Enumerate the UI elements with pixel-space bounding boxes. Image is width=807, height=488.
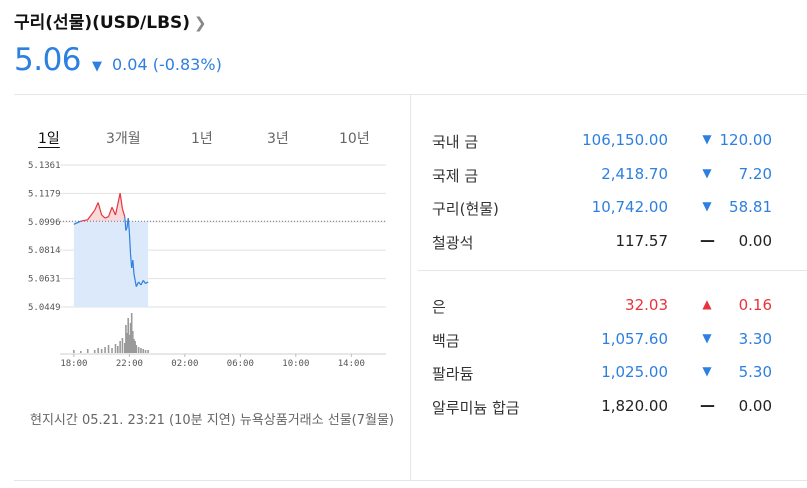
x-tick-label: 22:00: [116, 359, 143, 369]
triangle-up-icon: ▲: [702, 297, 712, 311]
commodity-row[interactable]: 구리(현물) 10,742.00 ▼ 58.81: [432, 193, 784, 227]
gain-area: [73, 193, 149, 222]
x-tick-label: 02:00: [171, 359, 198, 369]
y-tick-label: 5.0996: [28, 218, 61, 228]
commodity-change: 0.16: [738, 296, 772, 314]
x-tick-label: 06:00: [227, 359, 254, 369]
tab-1-day[interactable]: 1일: [38, 128, 60, 148]
volume-bar: [119, 341, 121, 353]
volume-bar: [100, 349, 103, 353]
title-text: 구리(선물)(USD/LBS): [14, 13, 191, 33]
dash-icon: —: [700, 230, 715, 249]
commodity-name: 알루미늄 합금: [432, 398, 520, 417]
volume-bar: [93, 350, 96, 353]
commodity-change: 3.30: [738, 329, 772, 348]
chevron-right-icon: ❯: [194, 14, 207, 32]
commodity-price: 1,820.00: [601, 396, 668, 415]
volume-bar: [86, 349, 89, 353]
y-tick-label: 5.0631: [28, 275, 61, 285]
divider-vertical: [410, 95, 411, 480]
commodity-row[interactable]: 은 32.03 ▲ 0.16: [432, 291, 784, 325]
dash-icon: —: [700, 395, 715, 414]
volume-bar: [140, 348, 142, 353]
commodity-name: 팔라듐: [432, 365, 474, 383]
commodity-row[interactable]: 국내 금 106,150.00 ▼ 120.00: [432, 126, 784, 160]
volume-bar: [147, 350, 149, 353]
commodity-price: 106,150.00: [582, 131, 668, 149]
triangle-down-icon: ▼: [702, 132, 712, 146]
commodity-change: 7.20: [738, 164, 772, 183]
commodity-change: 120.00: [719, 131, 773, 149]
commodity-name: 백금: [432, 331, 460, 350]
triangle-down-icon: ▼: [92, 59, 102, 74]
volume-bar: [114, 344, 117, 353]
volume-bar: [80, 351, 82, 353]
tab-1-year[interactable]: 1년: [191, 128, 213, 148]
volume-bar: [137, 347, 140, 353]
commodity-change: 0.00: [738, 231, 772, 250]
y-tick-label: 5.1361: [28, 161, 61, 171]
commodity-row[interactable]: 국제 금 2,418.70 ▼ 7.20: [432, 160, 784, 194]
commodity-name: 철광석: [432, 233, 474, 252]
decline-area: [73, 221, 149, 307]
commodity-name: 구리(현물): [432, 200, 499, 218]
change-percent: (-0.83%): [152, 55, 222, 74]
commodity-price: 10,742.00: [591, 198, 668, 216]
tab-10-years[interactable]: 10년: [339, 128, 370, 148]
tab-3-years[interactable]: 3년: [267, 128, 289, 148]
volume-bar: [121, 338, 124, 353]
volume-bar: [117, 346, 119, 353]
y-tick-label: 5.0814: [28, 246, 61, 256]
commodity-change: 58.81: [729, 198, 772, 216]
commodity-change: 5.30: [738, 363, 772, 381]
triangle-down-icon: ▼: [702, 330, 712, 345]
volume-bar: [104, 347, 106, 353]
header-title[interactable]: 구리(선물)(USD/LBS) ❯: [14, 8, 207, 33]
data-source-note: 현지시간 05.21. 23:21 (10분 지연) 뉴욕상품거래소 선물(7월…: [30, 413, 394, 428]
commodity-row[interactable]: 백금 1,057.60 ▼ 3.30: [432, 325, 784, 359]
x-tick-label: 14:00: [338, 359, 365, 369]
triangle-down-icon: ▼: [702, 364, 712, 378]
volume-bar: [73, 350, 75, 353]
commodity-name: 국제 금: [432, 166, 479, 185]
period-tabs: 1일 3개월 1년 3년 10년: [22, 128, 382, 150]
volume-bar: [135, 345, 138, 353]
commodity-price: 1,025.00: [601, 363, 668, 381]
commodity-row[interactable]: 철광석 117.57 — 0.00: [432, 227, 784, 261]
divider-bottom: [14, 480, 807, 481]
volume-bar: [142, 349, 145, 353]
volume-bar: [144, 350, 147, 353]
price-change: ▼ 0.04 (-0.83%): [92, 55, 222, 74]
triangle-down-icon: ▼: [702, 165, 712, 180]
x-tick-label: 10:00: [282, 359, 309, 369]
volume-bar: [111, 348, 113, 353]
commodity-price: 117.57: [615, 231, 669, 250]
commodity-price: 1,057.60: [601, 329, 668, 348]
commodity-row[interactable]: 팔라듐 1,025.00 ▼ 5.30: [432, 358, 784, 392]
commodity-list-metals: 국내 금 106,150.00 ▼ 120.00 국제 금 2,418.70 ▼ 7.20 구리…: [432, 126, 784, 260]
change-value: 0.04: [112, 55, 148, 74]
commodity-change: 0.00: [738, 396, 772, 415]
commodity-name: 은: [432, 298, 446, 316]
x-tick-label: 18:00: [60, 359, 87, 369]
commodity-name: 국내 금: [432, 133, 479, 151]
current-price: 5.06: [14, 42, 82, 78]
commodity-price: 32.03: [625, 296, 668, 314]
y-tick-label: 5.0449: [28, 303, 61, 313]
volume-bar: [97, 348, 99, 353]
list-divider: [418, 270, 807, 271]
commodity-row[interactable]: 알루미늄 합금 1,820.00 — 0.00: [432, 392, 784, 426]
triangle-down-icon: ▼: [702, 199, 712, 213]
volume-bar: [107, 345, 110, 353]
tab-3-months[interactable]: 3개월: [106, 128, 141, 148]
price-chart: 5.1361 5.1179 5.0996 5.0814 5.0631 5.0449 18:0…: [28, 161, 386, 369]
y-tick-label: 5.1179: [28, 189, 61, 199]
commodity-list-precious: 은 32.03 ▲ 0.16 백금 1,057.60 ▼ 3.30 팔라듐 1,025.00 ▼ 5.…: [432, 291, 784, 425]
commodity-price: 2,418.70: [601, 164, 668, 183]
